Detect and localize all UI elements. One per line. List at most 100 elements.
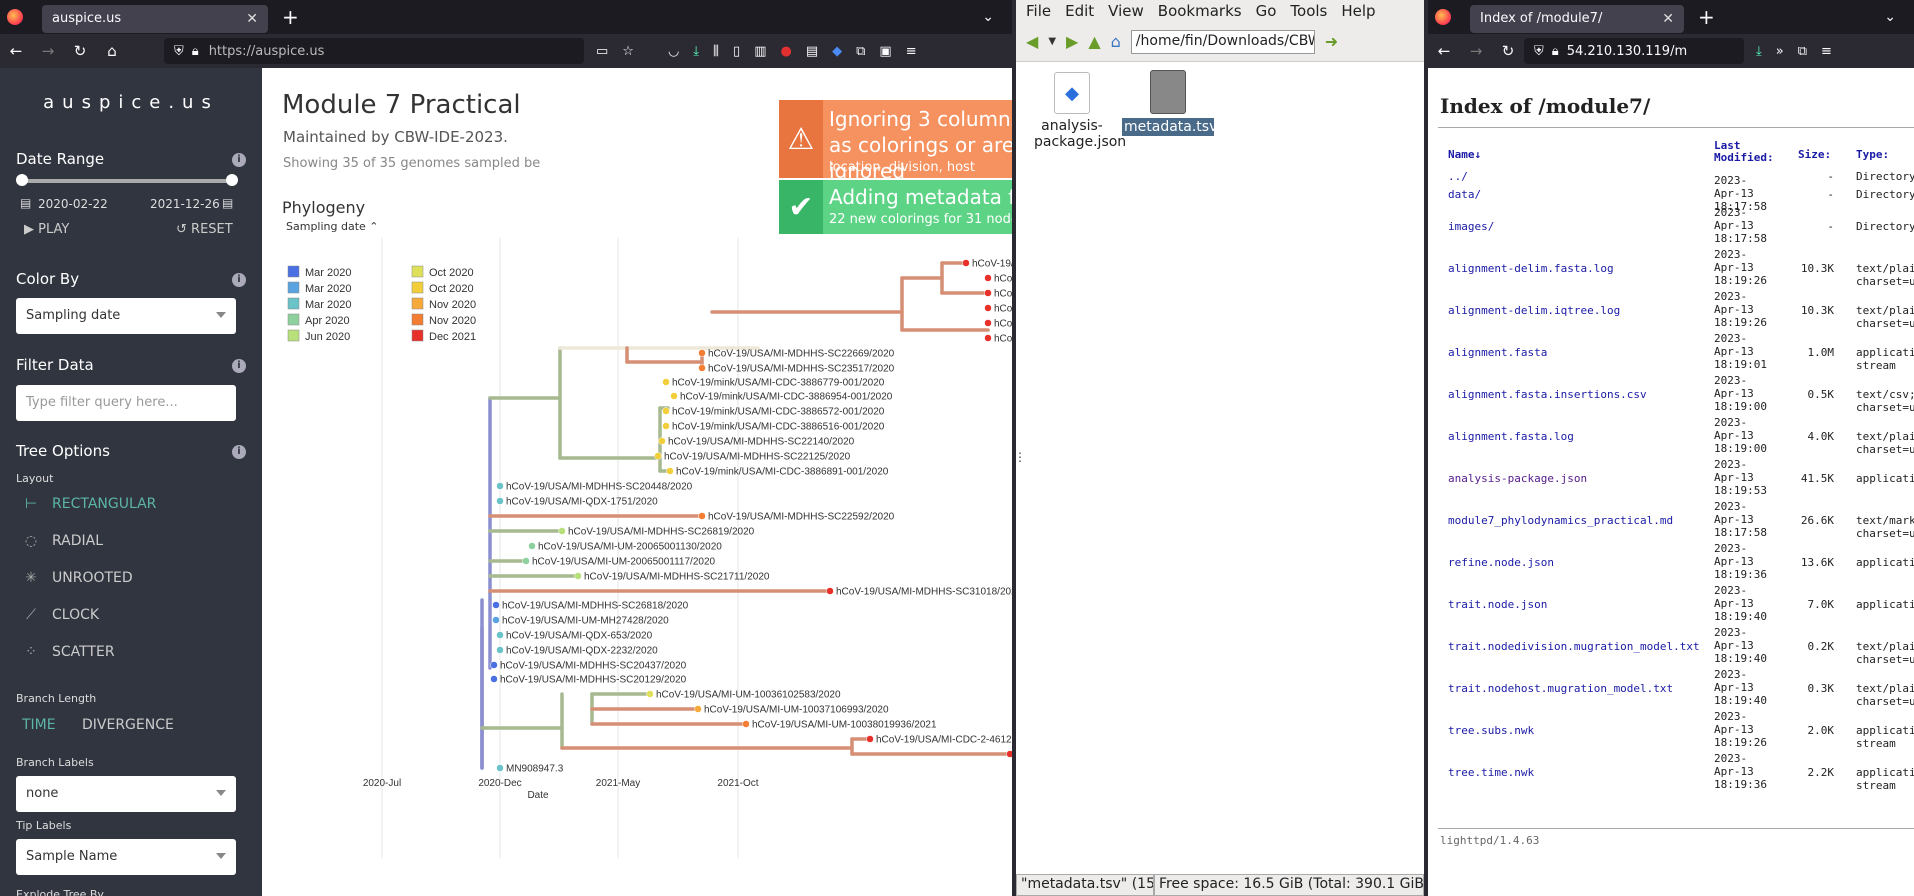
legend-swatch[interactable] [411, 297, 424, 310]
legend-swatch[interactable] [411, 313, 424, 326]
library-icon[interactable]: ⫼ [713, 44, 719, 59]
ublock-icon[interactable]: ● [780, 44, 791, 59]
tree-tip[interactable] [574, 572, 582, 580]
tree-tip[interactable] [698, 349, 706, 357]
hamburger-menu-icon[interactable]: ≡ [1821, 44, 1832, 59]
sidebar-icon[interactable]: ▯ [733, 44, 740, 59]
back-icon[interactable]: ← [1428, 42, 1460, 60]
reload-icon[interactable]: ↻ [64, 42, 96, 60]
reset-button[interactable]: ↺ RESET [176, 222, 233, 237]
layout-unrooted[interactable]: ✳ UNROOTED [20, 570, 133, 586]
menu-go[interactable]: Go [1256, 2, 1277, 20]
overflow-icon[interactable]: » [1776, 44, 1784, 59]
tree-tip[interactable] [528, 542, 536, 550]
file-link[interactable]: alignment-delim.iqtree.log [1448, 304, 1620, 317]
history-dropdown-icon[interactable]: ▼ [1048, 36, 1056, 47]
tree-tip[interactable] [984, 304, 992, 312]
color-by-select[interactable]: Sampling date [16, 298, 236, 334]
info-icon[interactable]: i [232, 359, 246, 373]
legend-swatch[interactable] [411, 265, 424, 278]
forward-icon[interactable]: ▶ [1066, 32, 1078, 51]
menu-file[interactable]: File [1026, 2, 1051, 20]
info-icon[interactable]: i [232, 445, 246, 459]
go-icon[interactable]: ➜ [1325, 32, 1338, 51]
menu-edit[interactable]: Edit [1065, 2, 1094, 20]
file-link[interactable]: alignment.fasta.log [1448, 430, 1574, 443]
extensions-puzzle-icon[interactable]: ⧉ [856, 44, 865, 59]
tree-tip[interactable] [742, 720, 750, 728]
legend-swatch[interactable] [287, 313, 300, 326]
file-link[interactable]: tree.time.nwk [1448, 766, 1534, 779]
file-link[interactable]: analysis-package.json [1448, 472, 1587, 485]
file-analysis-package[interactable]: ◆ analysis- package.json [1034, 72, 1126, 150]
legend-swatch[interactable] [287, 297, 300, 310]
branch-labels-select[interactable]: none [16, 776, 236, 812]
play-button[interactable]: ▶ PLAY [24, 222, 69, 237]
forward-icon[interactable]: → [32, 42, 64, 60]
legend-swatch[interactable] [287, 281, 300, 294]
column-modified[interactable]: Last Modified: [1714, 140, 1784, 164]
info-icon[interactable]: i [232, 273, 246, 287]
back-icon[interactable]: ◀ [1026, 32, 1038, 51]
list-tabs-icon[interactable]: ⌄ [1884, 9, 1896, 25]
url-bar[interactable]: ⛨ 🔒︎ https://auspice.us [164, 38, 584, 64]
file-link[interactable]: alignment.fasta [1448, 346, 1547, 359]
menu-bookmarks[interactable]: Bookmarks [1158, 2, 1242, 20]
tree-tip[interactable] [698, 512, 706, 520]
file-link[interactable]: data/ [1448, 188, 1481, 201]
file-link[interactable]: trait.node.json [1448, 598, 1547, 611]
tree-tip[interactable] [654, 452, 662, 460]
tree-tip[interactable] [492, 601, 500, 609]
page-icon[interactable]: ▤ [806, 44, 818, 59]
filter-input[interactable]: Type filter query here... [16, 385, 236, 421]
tree-tip[interactable] [984, 319, 992, 327]
warning-notification[interactable]: ⚠ Ignoring 3 columns as they are already… [779, 100, 1012, 183]
extensions-puzzle-icon[interactable]: ⧉ [1798, 44, 1807, 59]
tree-tip[interactable] [962, 259, 970, 267]
tree-tip[interactable] [826, 587, 834, 595]
file-link[interactable]: refine.node.json [1448, 556, 1554, 569]
tree-tip[interactable] [984, 334, 992, 342]
home-icon[interactable]: ⌂ [96, 42, 128, 60]
tree-tip[interactable] [558, 527, 566, 535]
resize-handle[interactable]: ⋮ [1016, 450, 1026, 464]
pocket-icon[interactable]: ◡ [668, 44, 679, 59]
tree-tip[interactable] [662, 422, 670, 430]
tree-tip[interactable] [662, 407, 670, 415]
tree-tip[interactable] [492, 616, 500, 624]
branch-length-divergence[interactable]: DIVERGENCE [82, 717, 174, 733]
flag-icon[interactable]: ▭ [596, 44, 608, 59]
close-tab-icon[interactable]: ✕ [1662, 11, 1674, 27]
menu-tools[interactable]: Tools [1290, 2, 1327, 20]
success-notification[interactable]: ✔ Adding metadata from metadata.tsv 22 n… [779, 180, 1012, 234]
tree-tip[interactable] [496, 764, 504, 772]
menu-view[interactable]: View [1108, 2, 1144, 20]
url-bar[interactable]: ⛨ 🔒︎ 54.210.130.119/m [1524, 38, 1744, 64]
info-icon[interactable]: i [232, 153, 246, 167]
tree-tip[interactable] [658, 437, 666, 445]
lock-icon[interactable]: 🔒︎ [1552, 44, 1559, 59]
tree-tip[interactable] [490, 661, 498, 669]
bookmark-star-icon[interactable]: ☆ [622, 44, 634, 59]
path-input[interactable]: /home/fin/Downloads/CBW [1130, 29, 1315, 54]
file-link[interactable]: tree.subs.nwk [1448, 724, 1534, 737]
forward-icon[interactable]: → [1460, 42, 1492, 60]
layout-rectangular[interactable]: ⊢ RECTANGULAR [20, 496, 157, 512]
menu-help[interactable]: Help [1341, 2, 1375, 20]
tree-tip[interactable] [666, 467, 674, 475]
tree-tip[interactable] [496, 482, 504, 490]
tree-tip[interactable] [496, 631, 504, 639]
tip-labels-select[interactable]: Sample Name [16, 839, 236, 875]
file-link[interactable]: alignment.fasta.insertions.csv [1448, 388, 1647, 401]
tree-tip[interactable] [670, 392, 678, 400]
lock-icon[interactable]: 🔒︎ [192, 44, 199, 59]
tree-tip[interactable] [522, 557, 530, 565]
tree-tip[interactable] [698, 364, 706, 372]
screenshot-icon[interactable]: ▣ [879, 44, 891, 59]
tree-tip[interactable] [496, 646, 504, 654]
layout-scatter[interactable]: ⁘ SCATTER [20, 644, 114, 660]
tree-tip[interactable] [646, 690, 654, 698]
legend-swatch[interactable] [411, 329, 424, 342]
legend-swatch[interactable] [287, 329, 300, 342]
home-folder-icon[interactable]: ⌂ [1111, 32, 1121, 51]
